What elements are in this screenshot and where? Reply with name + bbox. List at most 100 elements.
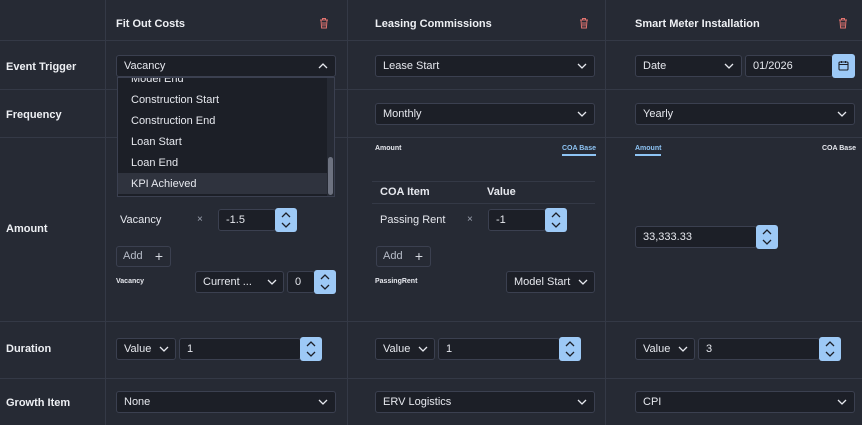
duration-type-value: Value bbox=[383, 343, 411, 355]
growth-item-select[interactable]: ERV Logistics bbox=[375, 391, 595, 413]
chevron-down-icon bbox=[159, 346, 169, 352]
stepper-up-icon[interactable] bbox=[320, 274, 330, 280]
frequency-select[interactable]: Monthly bbox=[375, 103, 595, 125]
duration-type-select[interactable]: Value bbox=[375, 338, 435, 360]
amount-stepper[interactable] bbox=[275, 208, 297, 232]
duration-stepper[interactable] bbox=[819, 337, 841, 361]
table-header-border bbox=[372, 203, 595, 204]
dropdown-option[interactable]: Loan Start bbox=[131, 136, 182, 148]
multiply-sign: × bbox=[197, 214, 203, 225]
chevron-down-icon bbox=[724, 63, 734, 69]
stepper-up-icon[interactable] bbox=[762, 229, 772, 235]
stepper-down-icon[interactable] bbox=[306, 351, 316, 357]
table-header-value: Value bbox=[487, 186, 516, 198]
dropdown-option[interactable]: Construction Start bbox=[131, 94, 219, 106]
add-button[interactable]: Add + bbox=[376, 246, 431, 267]
table-header-coa-item: COA Item bbox=[380, 186, 430, 198]
plus-icon: + bbox=[414, 248, 423, 264]
amount-item-label: Vacancy bbox=[120, 214, 162, 226]
stepper-down-icon[interactable] bbox=[551, 222, 561, 228]
row-label-growth-item: Growth Item bbox=[6, 397, 71, 409]
column-divider bbox=[105, 0, 106, 425]
stepper-down-icon[interactable] bbox=[281, 222, 291, 228]
chevron-down-icon bbox=[578, 279, 588, 285]
stepper-down-icon[interactable] bbox=[825, 351, 835, 357]
duration-type-select[interactable]: Value bbox=[635, 338, 695, 360]
stepper-down-icon[interactable] bbox=[762, 239, 772, 245]
column-divider bbox=[605, 0, 606, 425]
chevron-down-icon bbox=[577, 111, 587, 117]
growth-item-value: None bbox=[124, 396, 151, 408]
sub-item-select[interactable]: Model Start bbox=[506, 271, 595, 293]
dropdown-option[interactable]: Construction End bbox=[131, 115, 215, 127]
chevron-down-icon bbox=[577, 399, 587, 405]
row-divider bbox=[0, 378, 862, 379]
chevron-down-icon bbox=[837, 111, 847, 117]
frequency-select[interactable]: Yearly bbox=[635, 103, 855, 125]
trash-icon[interactable] bbox=[319, 17, 329, 29]
amount-value-input[interactable]: -1 bbox=[488, 209, 546, 231]
tab-amount[interactable]: Amount bbox=[375, 145, 401, 152]
multiply-sign: × bbox=[467, 214, 473, 225]
sub-item-select[interactable]: Current ... bbox=[195, 271, 284, 293]
stepper-down-icon[interactable] bbox=[565, 351, 575, 357]
growth-item-value: CPI bbox=[643, 396, 662, 408]
amount-value-input[interactable]: 33,333.33 bbox=[635, 226, 757, 248]
sub-item-select-value: Model Start bbox=[514, 276, 571, 288]
stepper-up-icon[interactable] bbox=[306, 341, 316, 347]
duration-stepper[interactable] bbox=[559, 337, 581, 361]
row-label-event-trigger: Event Trigger bbox=[6, 61, 77, 73]
dropdown-option-selected[interactable]: KPI Achieved bbox=[131, 178, 196, 190]
event-trigger-value: Lease Start bbox=[383, 60, 440, 72]
sub-item-label: PassingRent bbox=[375, 278, 418, 285]
growth-item-select[interactable]: CPI bbox=[635, 391, 855, 413]
amount-value-input[interactable]: -1.5 bbox=[218, 209, 276, 231]
event-trigger-select[interactable]: Lease Start bbox=[375, 55, 595, 77]
chevron-down-icon bbox=[678, 346, 688, 352]
event-trigger-dropdown[interactable]: Model End Construction Start Constructio… bbox=[117, 77, 335, 197]
amount-stepper[interactable] bbox=[545, 208, 567, 232]
column-title-smart-meter-installation: Smart Meter Installation bbox=[635, 18, 760, 30]
event-trigger-select[interactable]: Vacancy bbox=[116, 55, 336, 77]
calendar-button[interactable] bbox=[832, 54, 855, 78]
add-button[interactable]: Add + bbox=[116, 246, 171, 267]
duration-value-input[interactable]: 1 bbox=[179, 338, 301, 360]
chevron-down-icon bbox=[418, 346, 428, 352]
amount-item-label: Passing Rent bbox=[380, 214, 446, 226]
sub-item-value-input[interactable]: 0 bbox=[287, 271, 315, 293]
sub-item-stepper[interactable] bbox=[314, 270, 336, 294]
add-label: Add bbox=[123, 250, 143, 262]
dropdown-option[interactable]: Loan End bbox=[131, 157, 178, 169]
plus-icon: + bbox=[154, 248, 163, 264]
trash-icon[interactable] bbox=[838, 17, 848, 29]
tab-coa-base[interactable]: COA Base bbox=[562, 145, 596, 156]
trash-icon[interactable] bbox=[579, 17, 589, 29]
tab-amount[interactable]: Amount bbox=[635, 145, 662, 156]
duration-type-select[interactable]: Value bbox=[116, 338, 176, 360]
event-trigger-value: Date bbox=[643, 60, 667, 72]
growth-item-select[interactable]: None bbox=[116, 391, 336, 413]
dropdown-scrollbar-thumb[interactable] bbox=[328, 157, 333, 195]
table-top-border bbox=[372, 181, 595, 182]
stepper-up-icon[interactable] bbox=[551, 212, 561, 218]
stepper-down-icon[interactable] bbox=[320, 284, 330, 290]
dropdown-option[interactable]: Model End bbox=[131, 78, 184, 85]
duration-type-value: Value bbox=[124, 343, 152, 355]
duration-value-input[interactable]: 3 bbox=[698, 338, 820, 360]
frequency-value: Monthly bbox=[383, 108, 422, 120]
row-label-amount: Amount bbox=[6, 223, 48, 235]
stepper-up-icon[interactable] bbox=[565, 341, 575, 347]
duration-value-input[interactable]: 1 bbox=[438, 338, 560, 360]
column-title-leasing-commissions: Leasing Commissions bbox=[375, 18, 492, 30]
column-title-fit-out-costs: Fit Out Costs bbox=[116, 18, 186, 30]
stepper-up-icon[interactable] bbox=[825, 341, 835, 347]
tab-coa-base[interactable]: COA Base bbox=[822, 145, 856, 152]
event-trigger-select[interactable]: Date bbox=[635, 55, 742, 77]
duration-type-value: Value bbox=[643, 343, 671, 355]
amount-stepper[interactable] bbox=[756, 225, 778, 249]
stepper-up-icon[interactable] bbox=[281, 212, 291, 218]
frequency-value: Yearly bbox=[643, 108, 674, 120]
chevron-down-icon bbox=[837, 399, 847, 405]
duration-stepper[interactable] bbox=[300, 337, 322, 361]
date-input[interactable]: 01/2026 bbox=[745, 55, 833, 77]
